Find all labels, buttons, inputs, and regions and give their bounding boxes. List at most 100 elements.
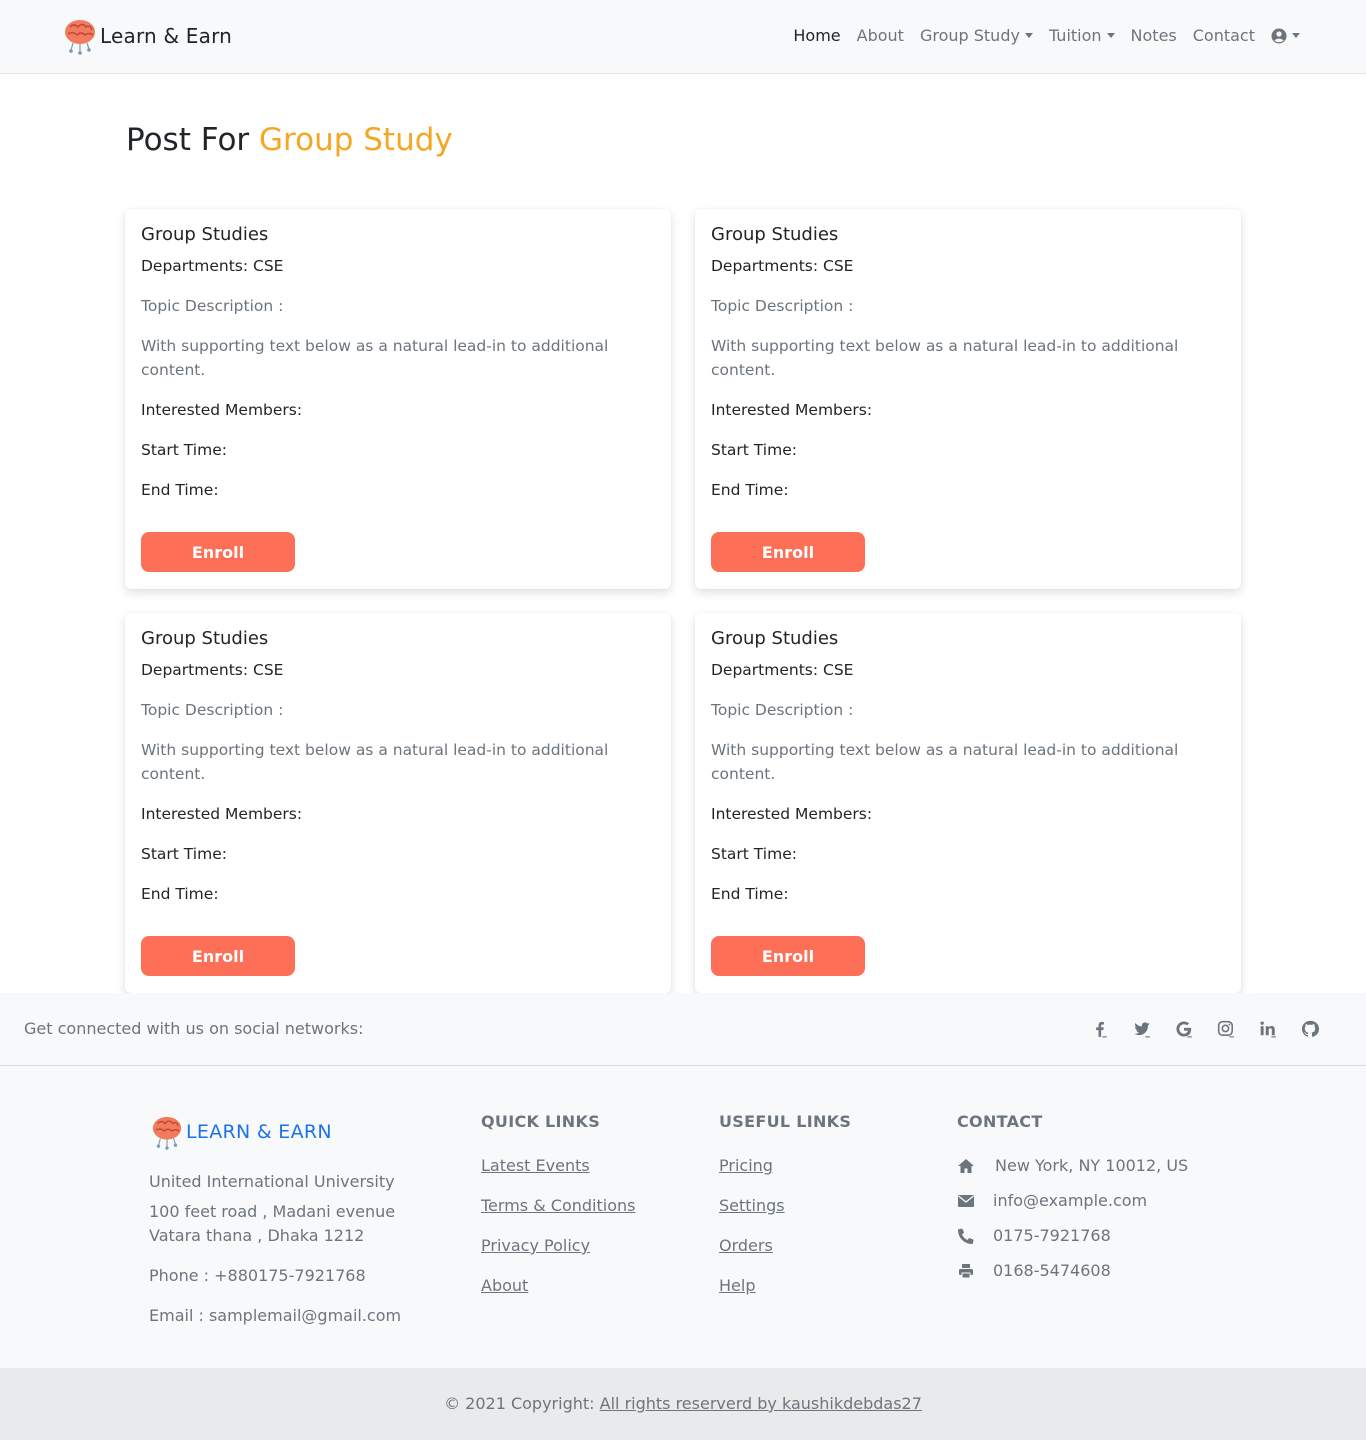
footer-about-column: United International University 100 feet… [149, 1170, 401, 1328]
quick-links-heading: QUICK LINKS [481, 1112, 601, 1131]
social-text: Get connected with us on social networks… [24, 1019, 364, 1038]
footer-address-line: Vatara thana , Dhaka 1212 [149, 1226, 365, 1245]
contact-address: New York, NY 10012, US [957, 1156, 1188, 1175]
contact-email: info@example.com [957, 1191, 1188, 1210]
enroll-button[interactable]: Enroll [711, 936, 865, 976]
nav-menu: Home About Group Study Tuition Notes Con… [777, 26, 1300, 45]
envelope-icon [957, 1192, 975, 1210]
page-title-prefix: Post For [126, 122, 250, 158]
card-description: With supporting text below as a natural … [141, 337, 609, 379]
footer-link-privacy[interactable]: Privacy Policy [481, 1236, 635, 1255]
twitter-icon[interactable] [1132, 1019, 1152, 1039]
brain-logo-icon [150, 1114, 184, 1150]
card-members-label: Interested Members: [141, 805, 303, 823]
enroll-button[interactable]: Enroll [711, 532, 865, 572]
group-study-card: Group Studies Departments: CSE Topic Des… [125, 209, 671, 589]
card-title: Group Studies [711, 628, 839, 649]
social-bar: Get connected with us on social networks… [0, 993, 1366, 1066]
card-members-label: Interested Members: [711, 401, 873, 419]
contact-email-text: info@example.com [993, 1191, 1148, 1210]
user-menu-dropdown[interactable] [1271, 28, 1300, 44]
nav-home[interactable]: Home [793, 26, 840, 45]
card-end-label: End Time: [141, 885, 219, 903]
nav-contact[interactable]: Contact [1193, 26, 1255, 45]
nav-about[interactable]: About [857, 26, 904, 45]
card-start-label: Start Time: [141, 845, 227, 863]
phone-icon [957, 1227, 975, 1245]
footer-phone: Phone : +880175-7921768 [149, 1266, 366, 1285]
brain-logo-icon [62, 17, 98, 55]
page-title-accent: Group Study [259, 122, 453, 158]
enroll-button[interactable]: Enroll [141, 936, 295, 976]
copyright-link[interactable]: All rights reserverd by kaushikdebdas27 [600, 1394, 922, 1413]
footer-link-latest-events[interactable]: Latest Events [481, 1156, 635, 1175]
home-icon [957, 1157, 975, 1175]
nav-tuition-label: Tuition [1048, 26, 1102, 45]
footer-link-settings[interactable]: Settings [719, 1196, 851, 1215]
copyright-text: © 2021 Copyright: [444, 1394, 595, 1413]
footer-contact: CONTACT New York, NY 10012, US info@exam… [957, 1112, 1188, 1280]
footer-email: Email : samplemail@gmail.com [149, 1306, 402, 1325]
caret-down-icon [1106, 33, 1115, 38]
footer-brand: LEARN & EARN [150, 1114, 332, 1150]
footer-quick-links: QUICK LINKS Latest Events Terms & Condit… [481, 1112, 635, 1295]
footer: LEARN & EARN United International Univer… [0, 1066, 1366, 1368]
copyright-bar: © 2021 Copyright: All rights reserverd b… [0, 1368, 1366, 1440]
card-members-label: Interested Members: [141, 401, 303, 419]
navbar: Learn & Earn Home About Group Study Tuit… [0, 0, 1366, 74]
contact-heading: CONTACT [957, 1112, 1043, 1131]
card-start-label: Start Time: [141, 441, 227, 459]
contact-address-text: New York, NY 10012, US [995, 1156, 1189, 1175]
nav-tuition-dropdown[interactable]: Tuition [1049, 26, 1115, 45]
card-members-label: Interested Members: [711, 805, 873, 823]
social-icons [1068, 1019, 1320, 1039]
footer-link-orders[interactable]: Orders [719, 1236, 851, 1255]
nav-notes[interactable]: Notes [1131, 26, 1177, 45]
caret-down-icon [1024, 33, 1033, 38]
card-department: Departments: CSE [141, 661, 284, 679]
card-topic-label: Topic Description : [711, 701, 854, 719]
card-end-label: End Time: [711, 481, 789, 499]
card-description: With supporting text below as a natural … [141, 741, 609, 783]
contact-phone: 0175-7921768 [957, 1226, 1188, 1245]
instagram-icon[interactable] [1216, 1019, 1236, 1039]
enroll-button[interactable]: Enroll [141, 532, 295, 572]
card-start-label: Start Time: [711, 441, 797, 459]
card-department: Departments: CSE [711, 661, 854, 679]
card-topic-label: Topic Description : [141, 297, 284, 315]
card-topic-label: Topic Description : [141, 701, 284, 719]
brand-link[interactable]: Learn & Earn [62, 17, 232, 55]
facebook-icon[interactable] [1090, 1019, 1110, 1039]
google-icon[interactable] [1174, 1019, 1194, 1039]
contact-phone-text: 0175-7921768 [993, 1226, 1111, 1245]
card-title: Group Studies [141, 628, 269, 649]
footer-link-pricing[interactable]: Pricing [719, 1156, 851, 1175]
card-description: With supporting text below as a natural … [711, 337, 1179, 379]
printer-icon [957, 1262, 975, 1280]
brand-name: Learn & Earn [100, 24, 233, 48]
contact-fax: 0168-5474608 [957, 1261, 1188, 1280]
group-study-card: Group Studies Departments: CSE Topic Des… [695, 613, 1241, 993]
card-department: Departments: CSE [141, 257, 284, 275]
card-topic-label: Topic Description : [711, 297, 854, 315]
footer-useful-links: USEFUL LINKS Pricing Settings Orders Hel… [719, 1112, 851, 1295]
github-icon[interactable] [1300, 1019, 1320, 1039]
footer-address-line: United International University [149, 1172, 395, 1191]
card-end-label: End Time: [711, 885, 789, 903]
card-end-label: End Time: [141, 481, 219, 499]
footer-address-line: 100 feet road , Madani evenue [149, 1202, 396, 1221]
footer-link-help[interactable]: Help [719, 1276, 851, 1295]
user-circle-icon [1271, 28, 1287, 44]
page-title: Post For Group Study [126, 122, 453, 158]
contact-fax-text: 0168-5474608 [993, 1261, 1111, 1280]
group-study-card: Group Studies Departments: CSE Topic Des… [125, 613, 671, 993]
footer-link-terms[interactable]: Terms & Conditions [481, 1196, 635, 1215]
nav-group-study-dropdown[interactable]: Group Study [920, 26, 1033, 45]
card-title: Group Studies [711, 224, 839, 245]
group-study-card: Group Studies Departments: CSE Topic Des… [695, 209, 1241, 589]
useful-links-heading: USEFUL LINKS [719, 1112, 852, 1131]
nav-group-study-label: Group Study [919, 26, 1020, 45]
caret-down-icon [1292, 33, 1300, 38]
linkedin-icon[interactable] [1258, 1019, 1278, 1039]
footer-link-about[interactable]: About [481, 1276, 635, 1295]
